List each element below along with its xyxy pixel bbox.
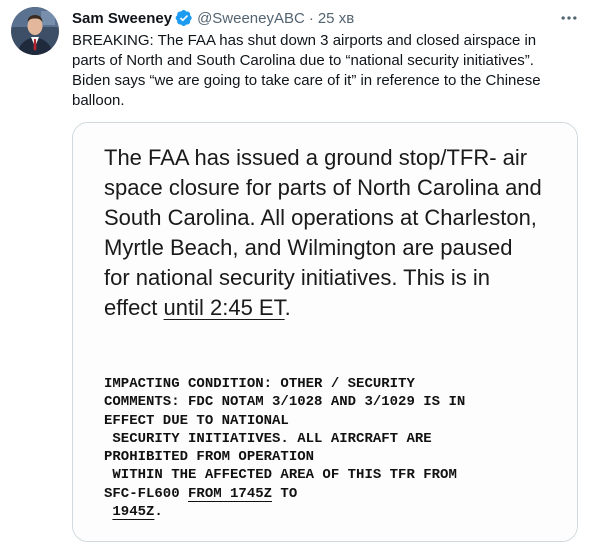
tweet[interactable]: Sam Sweeney @SweeneyABC · 25 хв BREAKING… xyxy=(0,0,590,552)
notam-line: SECURITY INITIATIVES. ALL AIRCRAFT ARE xyxy=(104,430,432,447)
notam-text-segment: TO xyxy=(272,485,298,502)
notam-line: COMMENTS: FDC NOTAM 3/1028 AND 3/1029 IS… xyxy=(104,394,466,411)
notam-text-segment: SFC-FL600 xyxy=(104,485,189,502)
notam-underlined-time: 1945Z xyxy=(112,504,155,521)
profile-photo-icon xyxy=(11,7,59,55)
media-image-content: The FAA has issued a ground stop/TFR- ai… xyxy=(73,123,577,541)
notice-line: The FAA has issued a ground stop/TFR- ai… xyxy=(104,145,528,170)
notam-line: EFFECT DUE TO NATIONAL xyxy=(104,412,289,429)
notam-line: SFC-FL600 FROM 1745Z TO xyxy=(104,485,564,503)
tweet-text-line: BREAKING: The FAA has shut down 3 airpor… xyxy=(72,32,537,49)
faa-notice-text: The FAA has issued a ground stop/TFR- ai… xyxy=(104,143,564,323)
tweet-media-image[interactable]: The FAA has issued a ground stop/TFR- ai… xyxy=(72,122,578,542)
notam-line: WITHIN THE AFFECTED AREA OF THIS TFR FRO… xyxy=(104,467,457,484)
more-horizontal-icon xyxy=(561,16,577,20)
notam-underlined-time: FROM 1745Z xyxy=(188,485,273,502)
notice-text-segment: . xyxy=(284,295,291,320)
tweet-text-line: parts of North and South Carolina due to… xyxy=(72,52,534,69)
author-display-name[interactable]: Sam Sweeney xyxy=(72,10,172,27)
notice-line: Myrtle Beach, and Wilmington are paused xyxy=(104,235,513,260)
separator-dot: · xyxy=(308,9,314,27)
avatar[interactable] xyxy=(11,7,59,55)
notam-line: IMPACTING CONDITION: OTHER / SECURITY xyxy=(104,376,415,392)
more-options-button[interactable] xyxy=(558,8,580,28)
notice-line: space closure for parts of North Carolin… xyxy=(104,175,542,200)
notice-underlined-time: until 2:45 ET xyxy=(163,295,285,320)
notice-line: for national security initiatives. This … xyxy=(104,265,490,290)
notice-line-last: effect until 2:45 ET. xyxy=(104,293,564,323)
tweet-timestamp[interactable]: 25 хв xyxy=(318,10,354,27)
tweet-text-line: balloon. xyxy=(72,92,125,109)
notam-text: IMPACTING CONDITION: OTHER / SECURITY CO… xyxy=(104,375,564,521)
tweet-header: Sam Sweeney @SweeneyABC · 25 хв xyxy=(72,8,354,28)
tweet-text: BREAKING: The FAA has shut down 3 airpor… xyxy=(72,31,572,111)
verified-badge-icon[interactable] xyxy=(175,9,193,27)
notam-line: PROHIBITED FROM OPERATION xyxy=(104,449,315,466)
author-handle[interactable]: @SweeneyABC xyxy=(197,10,305,27)
notam-text-segment: . xyxy=(154,504,163,521)
notice-line: South Carolina. All operations at Charle… xyxy=(104,205,537,230)
tweet-text-line: Biden says “we are going to take care of… xyxy=(72,72,541,89)
notice-text-segment: effect xyxy=(104,295,164,320)
notam-line: 1945Z. xyxy=(104,503,564,521)
